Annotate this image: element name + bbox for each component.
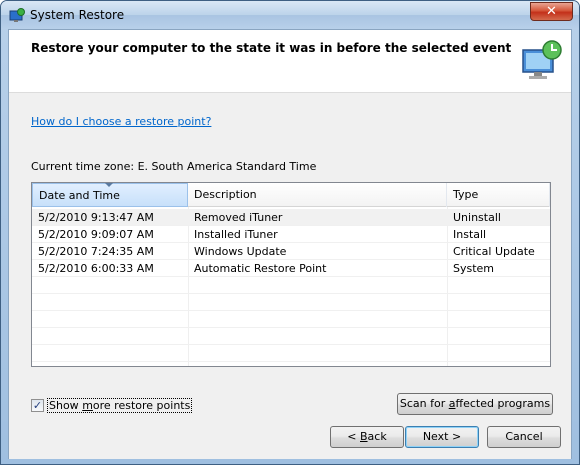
window-title: System Restore [30,8,125,22]
empty-row [32,345,550,362]
cell-date: 5/2/2010 6:00:33 AM [38,262,154,275]
column-header-description[interactable]: Description [188,183,447,207]
cell-date: 5/2/2010 9:13:47 AM [38,211,154,224]
column-header-type[interactable]: Type [447,183,550,207]
cell-description: Windows Update [194,245,287,258]
back-button[interactable]: < Back [330,426,404,448]
system-restore-app-icon [9,8,25,22]
close-button[interactable]: ✕ [530,2,573,21]
cell-type: Install [453,228,487,241]
cell-description: Removed iTuner [194,211,283,224]
cell-type: Uninstall [453,211,501,224]
help-link[interactable]: How do I choose a restore point? [31,115,211,128]
checkbox-box[interactable]: ✓ [31,399,44,412]
table-row[interactable]: 5/2/2010 6:00:33 AM Automatic Restore Po… [32,260,550,277]
cell-description: Automatic Restore Point [194,262,327,275]
title-bar[interactable]: System Restore ✕ [1,1,579,29]
empty-row [32,328,550,345]
show-more-label: Show more restore points [47,398,193,413]
cell-date: 5/2/2010 7:24:35 AM [38,245,154,258]
page-title: Restore your computer to the state it wa… [31,41,512,55]
list-header: Date and Time Description Type [32,183,550,207]
column-header-date[interactable]: Date and Time [32,183,188,207]
restore-points-list[interactable]: Date and Time Description Type 5/2/2010 … [31,182,551,367]
system-restore-window: System Restore ✕ Restore your computer t… [0,0,580,465]
table-row[interactable]: 5/2/2010 7:24:35 AM Windows Update Criti… [32,243,550,260]
next-button[interactable]: Next > [405,426,479,448]
close-icon: ✕ [546,4,557,19]
body-area: How do I choose a restore point? Current… [9,92,571,437]
cancel-button[interactable]: Cancel [487,426,561,448]
empty-row [32,311,550,328]
checkmark-icon: ✓ [32,399,43,412]
table-row[interactable]: 5/2/2010 9:09:07 AM Installed iTuner Ins… [32,226,550,243]
sort-arrow-icon [105,183,113,187]
dialog-client-area: Restore your computer to the state it wa… [8,29,572,459]
cell-type: Critical Update [453,245,535,258]
cell-type: System [453,262,495,275]
empty-row [32,294,550,311]
cell-date: 5/2/2010 9:09:07 AM [38,228,154,241]
scan-affected-programs-button[interactable]: Scan for affected programs [397,393,553,415]
empty-row [32,277,550,294]
table-row[interactable]: 5/2/2010 9:13:47 AM Removed iTuner Unins… [32,209,550,226]
timezone-label: Current time zone: E. South America Stan… [31,160,317,173]
system-restore-monitor-icon [522,40,562,79]
cell-description: Installed iTuner [194,228,278,241]
header-area: Restore your computer to the state it wa… [9,30,571,92]
